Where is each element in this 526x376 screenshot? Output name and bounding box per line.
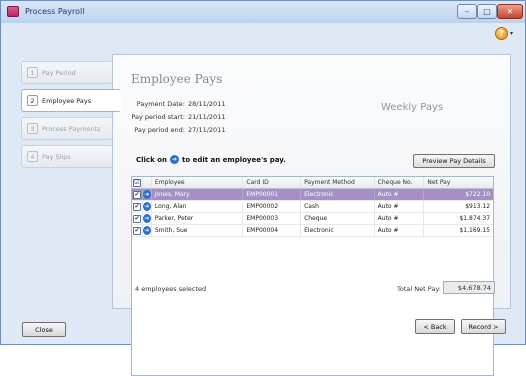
step-process-payments[interactable]: 3 Process Payments xyxy=(21,117,113,140)
table-row[interactable]: ✔ ➔ Long, Alan EMP00002 Cash Auto # $913… xyxy=(132,201,493,213)
close-window-button[interactable]: ✕ xyxy=(497,4,523,19)
card-id-cell: EMP00003 xyxy=(243,213,302,224)
card-id-column-header[interactable]: Card ID xyxy=(243,177,302,188)
page-title: Employee Pays xyxy=(131,72,223,86)
payment-date-value: 28/11/2011 xyxy=(188,100,226,108)
row-checkbox[interactable]: ✔ xyxy=(133,226,141,235)
row-edit-cell[interactable]: ➔ xyxy=(142,213,152,224)
net-pay-cell: $913.12 xyxy=(465,203,491,210)
minimize-button[interactable]: – xyxy=(457,4,477,19)
maximize-button[interactable]: □ xyxy=(477,4,497,19)
row-check-cell[interactable]: ✔ xyxy=(132,201,143,212)
row-edit-cell[interactable]: ➔ xyxy=(142,189,152,200)
cheque-no-cell: Auto # xyxy=(375,201,425,212)
step-number: 1 xyxy=(27,67,38,78)
pay-period-info: Payment Date: 28/11/2011 Pay period star… xyxy=(113,100,253,139)
row-edit-cell[interactable]: ➔ xyxy=(142,225,152,236)
payment-method-cell: Cash xyxy=(301,201,375,212)
edit-arrow-icon[interactable]: ➔ xyxy=(142,190,151,199)
row-edit-cell[interactable]: ➔ xyxy=(142,201,152,212)
close-button[interactable]: Close xyxy=(22,322,66,337)
cheque-no-cell: Auto # xyxy=(375,225,425,236)
net-pay-cell: $1,169.15 xyxy=(459,227,491,234)
payment-method-cell: Electronic xyxy=(301,225,375,236)
table-row[interactable]: ✔ ➔ Jones, Mary EMP00001 Electronic Auto… xyxy=(132,189,493,201)
employee-pays-panel: Employee Pays Payment Date: 28/11/2011 P… xyxy=(112,54,511,376)
edit-instruction: Click on ➔ to edit an employee's pay. xyxy=(136,155,286,164)
selected-count: 4 employees selected xyxy=(135,285,207,293)
app-icon xyxy=(7,6,19,17)
step-label: Process Payments xyxy=(42,124,101,133)
help-icon[interactable]: ? xyxy=(495,27,508,40)
cheque-no-cell: Auto # xyxy=(375,213,425,224)
net-pay-column-header[interactable]: Net Pay xyxy=(424,177,493,188)
instruction-suffix: to edit an employee's pay. xyxy=(181,155,286,164)
chevron-down-icon[interactable]: ▾ xyxy=(510,30,513,37)
step-employee-pays[interactable]: 2 Employee Pays xyxy=(21,89,121,112)
period-end-label: Pay period end: xyxy=(134,126,185,134)
row-checkbox[interactable]: ✔ xyxy=(133,202,141,211)
payment-date-row: Payment Date: 28/11/2011 xyxy=(113,100,253,113)
title-bar[interactable]: Process Payroll – □ ✕ xyxy=(1,1,525,23)
table-empty-area xyxy=(132,237,493,375)
net-pay-cell: $1,874.37 xyxy=(459,215,491,222)
employee-cell: Jones, Mary xyxy=(152,189,244,200)
payment-date-label: Payment Date: xyxy=(136,100,185,108)
table-row[interactable]: ✔ ➔ Parker, Peter EMP00003 Cheque Auto #… xyxy=(132,213,493,225)
step-label: Pay Period xyxy=(42,68,76,77)
card-id-cell: EMP00001 xyxy=(243,189,302,200)
preview-pay-details-button[interactable]: Preview Pay Details xyxy=(413,154,495,168)
back-button[interactable]: < Back xyxy=(415,319,455,334)
period-start-value: 21/11/2011 xyxy=(188,113,226,121)
wizard-steps: 1 Pay Period 2 Employee Pays 3 Process P… xyxy=(21,61,121,173)
step-pay-slips[interactable]: 4 Pay Slips xyxy=(21,145,113,168)
step-number: 4 xyxy=(27,151,38,162)
row-checkbox[interactable]: ✔ xyxy=(133,190,141,199)
period-end-value: 27/11/2011 xyxy=(188,126,226,134)
employee-cell: Smith, Sue xyxy=(152,225,244,236)
edit-arrow-icon[interactable]: ➔ xyxy=(142,226,151,235)
row-check-cell[interactable]: ✔ xyxy=(132,213,143,224)
employee-cell: Long, Alan xyxy=(152,201,244,212)
row-check-cell[interactable]: ✔ xyxy=(132,189,143,200)
cheque-no-column-header[interactable]: Cheque No. xyxy=(375,177,425,188)
period-start-row: Pay period start: 21/11/2011 xyxy=(113,113,253,126)
cheque-no-cell: Auto # xyxy=(375,189,425,200)
step-number: 2 xyxy=(27,95,38,106)
edit-column-header xyxy=(143,177,152,188)
row-checkbox[interactable]: ✔ xyxy=(133,214,141,223)
card-id-cell: EMP00004 xyxy=(243,225,302,236)
employee-pays-table: ☑ Employee Card ID Payment Method Cheque… xyxy=(131,176,494,376)
step-label: Employee Pays xyxy=(42,96,92,105)
period-end-row: Pay period end: 27/11/2011 xyxy=(113,126,253,139)
edit-arrow-icon: ➔ xyxy=(169,155,179,164)
table-row[interactable]: ✔ ➔ Smith, Sue EMP00004 Electronic Auto … xyxy=(132,225,493,237)
select-all-header[interactable]: ☑ xyxy=(132,177,143,188)
employee-column-header[interactable]: Employee xyxy=(152,177,244,188)
help-menu[interactable]: ? ▾ xyxy=(495,27,513,40)
edit-arrow-icon[interactable]: ➔ xyxy=(142,214,151,223)
total-net-pay-label: Total Net Pay: xyxy=(397,285,441,293)
window-title: Process Payroll xyxy=(25,7,85,16)
payment-method-column-header[interactable]: Payment Method xyxy=(301,177,375,188)
step-label: Pay Slips xyxy=(42,152,71,161)
instruction-prefix: Click on xyxy=(136,155,167,164)
payment-method-cell: Electronic xyxy=(301,189,375,200)
row-check-cell[interactable]: ✔ xyxy=(132,225,143,236)
process-payroll-window: Process Payroll – □ ✕ ? ▾ 1 Pay Period 2… xyxy=(0,0,526,376)
record-button[interactable]: Record > xyxy=(461,319,506,334)
step-number: 3 xyxy=(27,123,38,134)
select-all-checkbox[interactable]: ☑ xyxy=(133,178,141,187)
payment-method-cell: Cheque xyxy=(301,213,375,224)
net-pay-cell: $722.10 xyxy=(465,191,491,198)
period-start-label: Pay period start: xyxy=(131,113,185,121)
employee-cell: Parker, Peter xyxy=(152,213,244,224)
total-net-pay-value: $4,678.74 xyxy=(443,281,495,294)
card-id-cell: EMP00002 xyxy=(243,201,302,212)
edit-arrow-icon[interactable]: ➔ xyxy=(142,202,151,211)
table-header: ☑ Employee Card ID Payment Method Cheque… xyxy=(132,177,493,189)
step-pay-period[interactable]: 1 Pay Period xyxy=(21,61,113,84)
pay-frequency: Weekly Pays xyxy=(381,102,444,113)
